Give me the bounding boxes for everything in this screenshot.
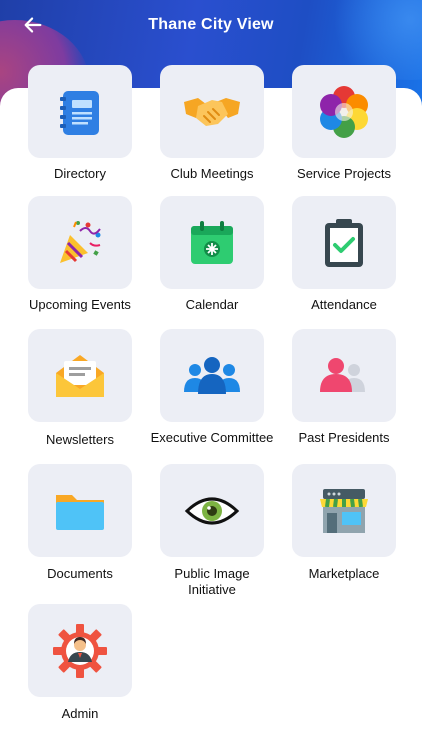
folder-icon bbox=[56, 494, 104, 530]
group-icon bbox=[184, 356, 240, 394]
public-image-initiative-button[interactable] bbox=[160, 464, 264, 557]
service-projects-label: Service Projects bbox=[297, 166, 391, 181]
flower-icon bbox=[320, 85, 368, 138]
calendar-button[interactable] bbox=[160, 196, 264, 289]
page-title: Thane City View bbox=[148, 16, 274, 33]
documents-label: Documents bbox=[47, 566, 113, 581]
club-meetings-label: Club Meetings bbox=[170, 166, 254, 181]
directory-label: Directory bbox=[53, 166, 106, 181]
executive-committee-label: Executive Committee bbox=[150, 430, 274, 445]
past-presidents-button[interactable] bbox=[292, 329, 396, 422]
handshake-icon bbox=[184, 97, 240, 126]
admin-gear-icon bbox=[53, 623, 107, 678]
attendance-button[interactable] bbox=[292, 196, 396, 289]
calendar-label: Calendar bbox=[185, 297, 239, 312]
marketplace-button[interactable] bbox=[292, 464, 396, 557]
two-people-icon bbox=[320, 357, 365, 392]
menu-grid: Directory Club Meetings Service Projects bbox=[0, 65, 422, 750]
storefront-icon bbox=[320, 488, 368, 533]
newsletters-label: Newsletters bbox=[46, 432, 114, 447]
past-presidents-label: Past Presidents bbox=[298, 430, 390, 445]
upcoming-events-label: Upcoming Events bbox=[29, 297, 131, 312]
attendance-label: Attendance bbox=[311, 297, 377, 312]
notebook-icon bbox=[60, 90, 99, 135]
public-image-initiative-label: Public Image Initiative bbox=[174, 566, 250, 597]
upcoming-events-button[interactable] bbox=[28, 196, 132, 289]
admin-label: Admin bbox=[61, 706, 99, 721]
party-popper-icon bbox=[60, 220, 101, 263]
admin-button[interactable] bbox=[28, 604, 132, 697]
calendar-icon bbox=[191, 220, 233, 264]
directory-button[interactable] bbox=[28, 65, 132, 158]
marketplace-label: Marketplace bbox=[308, 566, 380, 581]
documents-button[interactable] bbox=[28, 464, 132, 557]
service-projects-button[interactable] bbox=[292, 65, 396, 158]
newsletters-button[interactable] bbox=[28, 329, 132, 422]
envelope-icon bbox=[56, 354, 104, 397]
clipboard-check-icon bbox=[325, 218, 363, 267]
eye-icon bbox=[184, 497, 240, 524]
executive-committee-button[interactable] bbox=[160, 329, 264, 422]
club-meetings-button[interactable] bbox=[160, 65, 264, 158]
